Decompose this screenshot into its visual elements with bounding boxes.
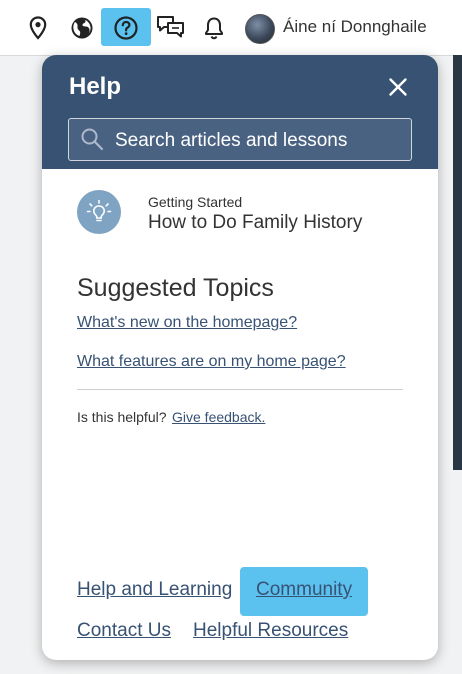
contact-us-link[interactable]: Contact Us	[77, 620, 171, 642]
help-and-learning-link[interactable]: Help and Learning	[77, 579, 232, 601]
divider	[77, 389, 403, 390]
getting-started-link[interactable]: How to Do Family History	[148, 212, 362, 234]
background-page-edge	[453, 55, 462, 470]
community-link[interactable]: Community	[256, 579, 352, 601]
search-box[interactable]	[68, 118, 412, 162]
feedback-label: Is this helpful?	[77, 409, 167, 425]
help-panel-header: Help	[42, 55, 438, 169]
suggested-topic-link[interactable]: What's new on the homepage?	[77, 314, 297, 332]
location-pin-icon[interactable]	[22, 11, 54, 45]
suggested-topic-link[interactable]: What features are on my home page?	[77, 353, 346, 371]
search-icon	[80, 127, 104, 156]
help-icon[interactable]	[110, 11, 142, 45]
bell-icon[interactable]	[198, 11, 230, 45]
top-navigation-bar: Áine ní Donnghaile	[0, 0, 462, 56]
search-input[interactable]	[113, 119, 407, 162]
avatar[interactable]	[245, 14, 275, 44]
lightbulb-icon[interactable]	[77, 190, 121, 234]
suggested-topics-heading: Suggested Topics	[77, 274, 274, 302]
help-panel: Help Getting Started How to Do Family Hi…	[42, 55, 438, 660]
globe-icon[interactable]	[66, 11, 98, 45]
close-icon[interactable]	[384, 73, 412, 101]
getting-started-kicker: Getting Started	[148, 194, 243, 210]
helpful-resources-link[interactable]: Helpful Resources	[193, 620, 348, 642]
messages-icon[interactable]	[155, 11, 187, 45]
give-feedback-link[interactable]: Give feedback.	[172, 409, 265, 425]
help-panel-title: Help	[69, 73, 122, 100]
user-name[interactable]: Áine ní Donnghaile	[283, 17, 427, 37]
